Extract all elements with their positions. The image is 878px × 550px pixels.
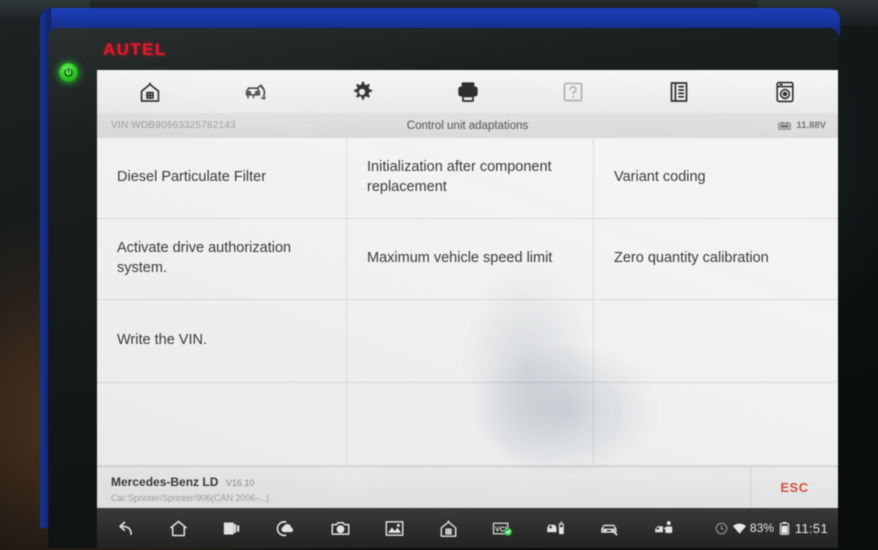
- android-navigation-bar: VCI 83% 11:51: [97, 508, 838, 548]
- car-icon: [600, 524, 618, 536]
- menu-cell-empty-10: [97, 383, 347, 466]
- toolbar-data-logging-button[interactable]: [732, 70, 838, 113]
- nav-car-button[interactable]: [583, 518, 637, 539]
- cloud-icon: [276, 520, 293, 536]
- data-logging-icon: [776, 81, 794, 102]
- battery-icon: [778, 121, 792, 130]
- toolbar-vehicle-swap-button[interactable]: [203, 70, 309, 113]
- software-version: V16.10: [225, 477, 255, 488]
- house-icon: [440, 519, 456, 537]
- menu-cell-empty-9: [594, 300, 838, 383]
- nav-home-button[interactable]: [151, 518, 205, 539]
- printer-icon: [457, 81, 478, 102]
- battery-percent: 83%: [749, 521, 774, 535]
- nav-remote-vehicle-button[interactable]: [529, 518, 583, 539]
- vehicle-info: Mercedes-Benz LD V16.10 Car:Sprinter/Spr…: [97, 473, 750, 503]
- autel-tablet-device: AUTEL VIN:WDB90663325782143 Control unit…: [0, 0, 878, 550]
- vehicle-model-detail: Car:Sprinter/Sprinter/906(CAN 2006-...): [111, 492, 270, 503]
- nav-screenshot-button[interactable]: [367, 518, 421, 539]
- clock: 11:51: [794, 520, 828, 536]
- menu-cell-variant-coding[interactable]: Variant coding: [594, 138, 838, 219]
- nav-diagnostics-button[interactable]: [637, 518, 691, 539]
- toolbar-print-button[interactable]: [415, 70, 521, 113]
- vehicle-swap-icon: [245, 83, 266, 99]
- adaptation-menu-grid: Diesel Particulate Filter Initialization…: [97, 138, 838, 466]
- menu-cell-empty-8: [347, 300, 594, 383]
- info-bar: VIN:WDB90663325782143 Control unit adapt…: [97, 113, 838, 138]
- menu-cell-write-the-vin[interactable]: Write the VIN.: [97, 300, 347, 383]
- gear-icon: [353, 81, 372, 100]
- battery-voltage-indicator: 11.88V: [778, 120, 826, 131]
- autel-logo: AUTEL: [103, 40, 167, 59]
- esc-button[interactable]: ESC: [750, 467, 838, 508]
- menu-cell-empty-11: [347, 383, 594, 466]
- menu-cell-empty-12: [594, 383, 838, 466]
- nav-recent-apps-button[interactable]: [205, 518, 259, 539]
- diagnostics-icon: [654, 520, 672, 533]
- app-footer: Mercedes-Benz LD V16.10 Car:Sprinter/Spr…: [97, 466, 838, 508]
- toolbar-help-button[interactable]: [520, 70, 626, 113]
- screenshot-icon: [385, 520, 403, 536]
- status-tray: 83% 11:51: [714, 521, 828, 536]
- back-icon: [118, 521, 132, 535]
- help-icon: [563, 82, 583, 101]
- toolbar-home-button[interactable]: [97, 70, 203, 113]
- nav-house-button[interactable]: [421, 518, 475, 539]
- menu-cell-diesel-particulate-filter[interactable]: Diesel Particulate Filter: [97, 138, 347, 219]
- menu-cell-initialization-after-component-replacement[interactable]: Initialization after component replaceme…: [347, 138, 594, 219]
- menu-cell-activate-drive-authorization-system[interactable]: Activate drive authorization system.: [97, 219, 347, 300]
- camera-icon: [331, 521, 349, 535]
- nav-camera-button[interactable]: [313, 518, 367, 539]
- toolbar-settings-button[interactable]: [309, 70, 415, 113]
- home-icon: [140, 82, 160, 102]
- vehicle-name-row: Mercedes-Benz LD V16.10: [111, 473, 750, 491]
- battery-icon: [779, 521, 790, 535]
- tablet-screen: VIN:WDB90663325782143 Control unit adapt…: [97, 70, 838, 508]
- vci-icon: VCI: [492, 522, 512, 536]
- nav-cloud-button[interactable]: [259, 518, 313, 539]
- vehicle-name: Mercedes-Benz LD: [111, 474, 219, 489]
- remote-vehicle-icon: [546, 520, 564, 534]
- wifi-icon: [732, 523, 746, 534]
- nav-vci-button[interactable]: VCI: [475, 518, 529, 539]
- power-led-indicator: [59, 63, 78, 82]
- vin-label: VIN:WDB90663325782143: [111, 120, 236, 131]
- sync-icon: [715, 522, 728, 534]
- recent-apps-icon: [223, 522, 239, 534]
- app-toolbar: [97, 70, 838, 113]
- menu-cell-zero-quantity-calibration[interactable]: Zero quantity calibration: [594, 219, 838, 300]
- voltage-value: 11.88V: [796, 120, 826, 131]
- toolbar-save-button[interactable]: [626, 70, 732, 113]
- home-icon: [169, 520, 187, 536]
- nav-back-button[interactable]: [97, 518, 151, 539]
- menu-cell-maximum-vehicle-speed-limit[interactable]: Maximum vehicle speed limit: [347, 219, 594, 300]
- save-icon: [670, 81, 688, 102]
